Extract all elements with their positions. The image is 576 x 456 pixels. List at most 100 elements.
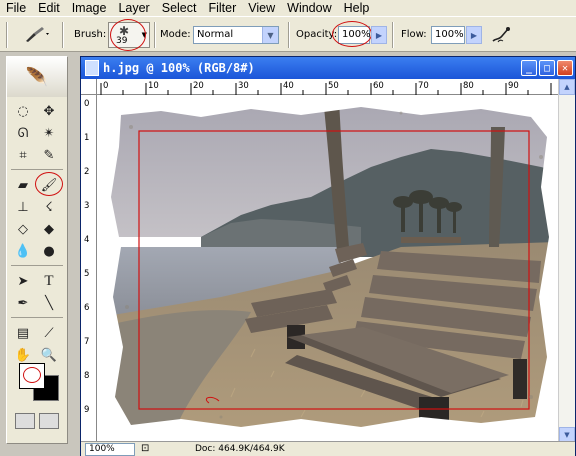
foreground-color-swatch[interactable]: [19, 363, 45, 389]
move-icon: ✥: [43, 103, 55, 119]
lasso-icon: ᘏ: [17, 125, 29, 141]
menu-layer[interactable]: Layer: [112, 0, 155, 16]
mode-select[interactable]: Normal ▼: [193, 26, 279, 44]
paint-bucket-tool[interactable]: ◆: [37, 219, 61, 239]
park-bench-photo: [101, 97, 557, 439]
separator: [62, 22, 64, 48]
feather-logo-icon: 🪶: [25, 66, 49, 88]
status-menu-icon[interactable]: ⊡: [141, 443, 149, 454]
menu-select[interactable]: Select: [156, 0, 203, 16]
hand-icon: ✋: [14, 347, 32, 363]
ruler-tick: 7: [84, 337, 90, 347]
ruler-tick: 9: [84, 405, 90, 415]
menu-help[interactable]: Help: [338, 0, 376, 16]
close-icon: ✕: [561, 62, 569, 74]
brush-label: Brush:: [74, 29, 107, 40]
scroll-up-button[interactable]: ▲: [559, 79, 575, 95]
vertical-scrollbar[interactable]: ▲ ▼: [558, 79, 575, 443]
flow-field[interactable]: 100%: [431, 26, 465, 44]
slice-tool[interactable]: ✎: [37, 145, 61, 165]
close-button[interactable]: ✕: [557, 60, 573, 76]
menu-edit[interactable]: Edit: [32, 0, 66, 16]
clone-stamp-tool[interactable]: ⊥: [11, 197, 35, 217]
airbrush-toggle[interactable]: [490, 25, 512, 45]
ruler-origin[interactable]: [81, 79, 97, 95]
toolbox: 🪶 ◌ ✥ ᘏ ✴ ⌗ ✎ ▰ 🖌 ⊥ ☇ ◇ ◆ 💧 ● ➤ T ✒ ╲ ▤ …: [6, 56, 68, 444]
airbrush-icon: [492, 27, 510, 43]
path-selection-tool[interactable]: ➤: [11, 271, 35, 291]
brush-tool[interactable]: 🖌: [35, 172, 63, 196]
ruler-ticks: [100, 83, 552, 95]
bucket-icon: ◆: [44, 221, 54, 237]
eraser-tool[interactable]: ◇: [11, 219, 35, 239]
bandage-icon: ▰: [18, 177, 28, 193]
ruler-tick: 1: [84, 133, 90, 143]
divider: [11, 265, 63, 269]
maximize-button[interactable]: □: [539, 60, 555, 76]
chevron-up-icon: ▲: [564, 83, 570, 91]
standard-mode-button[interactable]: [15, 413, 35, 429]
line-tool[interactable]: ╲: [37, 293, 61, 313]
zoom-field[interactable]: 100%: [85, 443, 135, 456]
flow-value: 100%: [435, 29, 464, 40]
history-brush-tool[interactable]: ☇: [37, 197, 61, 217]
move-tool[interactable]: ✥: [37, 101, 61, 121]
zoom-tool[interactable]: 🔍: [37, 345, 61, 365]
lasso-tool[interactable]: ᘏ: [11, 123, 35, 143]
divider: [11, 317, 63, 321]
note-icon: ▤: [16, 325, 30, 341]
vertical-ruler: 0 1 2 3 4 5 6 7 8 9: [81, 95, 97, 443]
flow-slider-button[interactable]: ▶: [466, 26, 482, 44]
image-canvas[interactable]: [101, 97, 557, 439]
color-swatches: [19, 363, 63, 403]
menu-view[interactable]: View: [242, 0, 281, 16]
ruler-tick: 6: [84, 303, 90, 313]
slice-icon: ✎: [43, 147, 55, 163]
separator: [154, 22, 156, 48]
pen-tool[interactable]: ✒: [11, 293, 35, 313]
menu-window[interactable]: Window: [281, 0, 337, 16]
menu-image[interactable]: Image: [66, 0, 113, 16]
menu-filter[interactable]: Filter: [202, 0, 242, 16]
triangle-right-icon: ▶: [470, 30, 478, 40]
separator: [392, 22, 394, 48]
quick-mask-button[interactable]: [39, 413, 59, 429]
magic-wand-icon: ✴: [43, 125, 55, 141]
marquee-tool[interactable]: ◌: [11, 101, 35, 121]
chevron-down-icon: ▼: [262, 27, 278, 43]
zoom-value: 100%: [89, 444, 115, 454]
stamp-icon: ⊥: [17, 199, 29, 215]
marquee-icon: ◌: [17, 103, 29, 119]
eraser-icon: ◇: [18, 221, 28, 237]
menu-file[interactable]: File: [0, 0, 32, 16]
healing-brush-tool[interactable]: ▰: [11, 175, 35, 195]
options-bar: Brush: ✱ 39 ▼ Mode: Normal ▼ Opacity: 10…: [0, 16, 576, 52]
chevron-down-icon: ▼: [564, 431, 570, 439]
drop-icon: 💧: [14, 243, 32, 259]
document-title-bar[interactable]: h.jpg @ 100% (RGB/8#) _ □ ✕: [81, 57, 575, 79]
crop-tool[interactable]: ⌗: [11, 145, 35, 165]
opacity-slider-button[interactable]: ▶: [371, 26, 387, 44]
magic-wand-tool[interactable]: ✴: [37, 123, 61, 143]
type-icon: T: [44, 272, 54, 289]
hand-tool[interactable]: ✋: [11, 345, 35, 365]
dodge-icon: ●: [43, 243, 55, 259]
history-brush-icon: ☇: [45, 199, 53, 215]
tool-preset-picker[interactable]: [22, 23, 56, 45]
separator: [288, 22, 290, 48]
eyedropper-tool[interactable]: ⟋: [37, 323, 61, 343]
minimize-button[interactable]: _: [521, 60, 537, 76]
document-icon: [85, 60, 99, 76]
magnifier-icon: 🔍: [40, 347, 58, 363]
status-bar: 100% ⊡ Doc: 464.9K/464.9K: [81, 441, 575, 456]
annotation-circle-brush-tool: [35, 172, 63, 196]
document-title: h.jpg @ 100% (RGB/8#): [103, 61, 255, 75]
notes-tool[interactable]: ▤: [11, 323, 35, 343]
dodge-tool[interactable]: ●: [37, 241, 61, 261]
horizontal-ruler: 0 10 20 30 40 50 60 70 80 90: [97, 79, 559, 95]
ruler-tick: 3: [84, 201, 90, 211]
blur-tool[interactable]: 💧: [11, 241, 35, 261]
flow-label: Flow:: [401, 29, 427, 40]
ruler-tick: 4: [84, 235, 90, 245]
type-tool[interactable]: T: [37, 271, 61, 291]
